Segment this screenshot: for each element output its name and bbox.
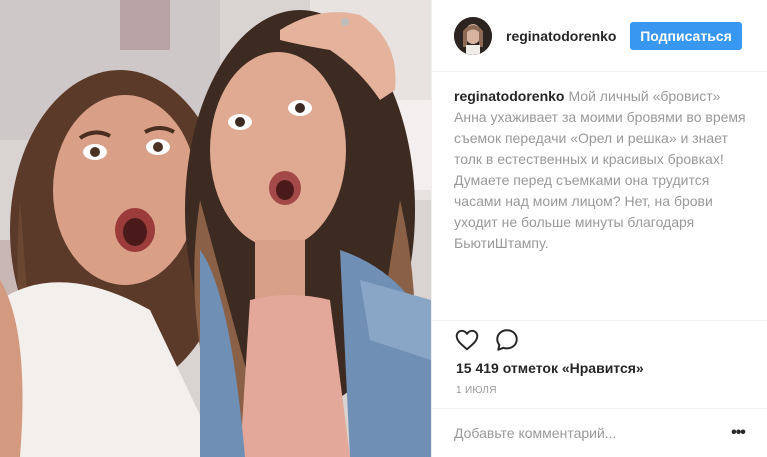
avatar[interactable] xyxy=(454,17,492,55)
header-username-link[interactable]: reginatodorenko xyxy=(506,28,616,44)
caption-text: Мой личный «бровист» Анна ухаживает за м… xyxy=(454,88,746,251)
avatar-image xyxy=(454,17,492,55)
comment-bar: ••• xyxy=(432,408,767,457)
heart-outline-icon[interactable] xyxy=(454,327,482,355)
ellipsis-icon[interactable]: ••• xyxy=(728,423,748,443)
speech-bubble-icon[interactable] xyxy=(494,327,522,355)
follow-button[interactable]: Подписаться xyxy=(630,22,742,50)
post-header: reginatodorenko Подписаться xyxy=(432,0,767,72)
caption-username-link[interactable]: reginatodorenko xyxy=(454,88,564,104)
likes-count[interactable]: 15 419 отметок «Нравится» xyxy=(456,360,644,376)
post-actions-bar xyxy=(432,320,767,351)
selfie-image xyxy=(0,0,431,457)
post-date[interactable]: 1 ИЮЛЯ xyxy=(456,385,497,396)
post-side-panel: reginatodorenko Подписаться reginatodore… xyxy=(431,0,767,457)
post-photo[interactable] xyxy=(0,0,431,457)
comment-input[interactable] xyxy=(454,421,714,445)
post-caption: reginatodorenko Мой личный «бровист» Анна… xyxy=(454,86,746,254)
